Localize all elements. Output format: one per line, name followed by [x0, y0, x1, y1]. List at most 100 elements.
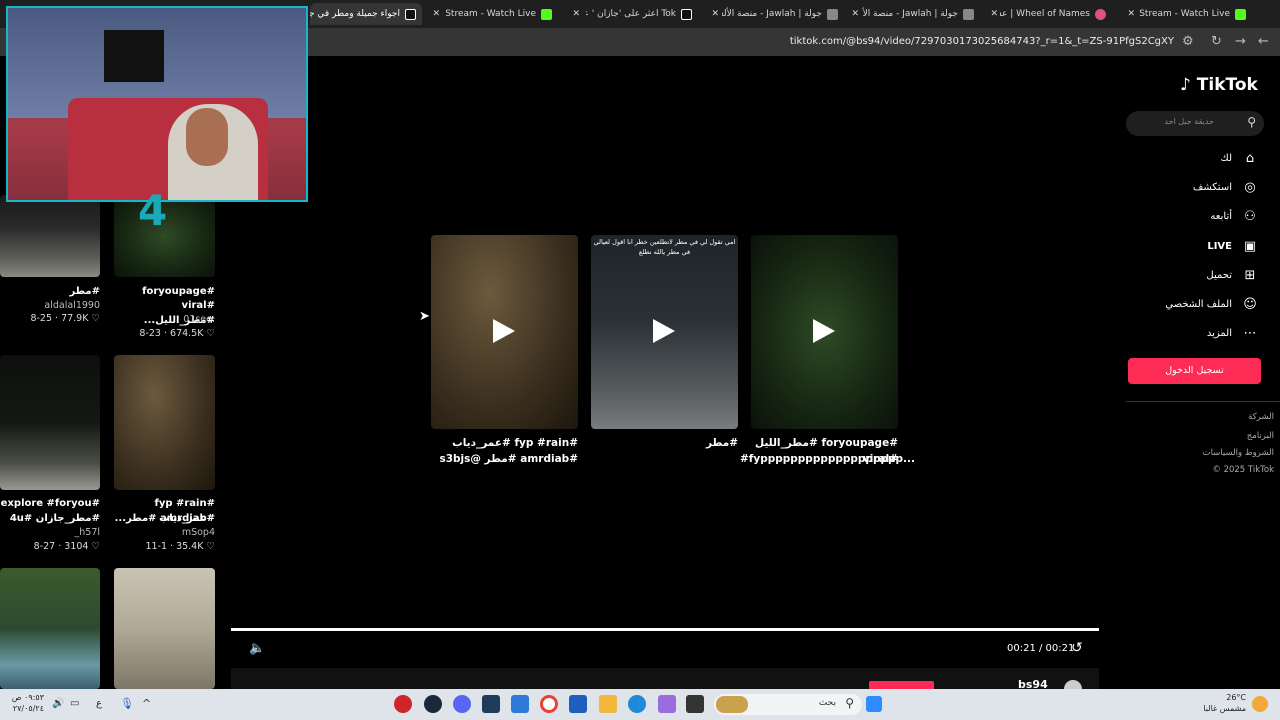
feed-user[interactable]: aldalal1990 — [0, 300, 100, 311]
jawlah-icon — [963, 8, 974, 20]
related-video-2[interactable]: امي تقول لي في مطر لاتطلعين خطر انا اقول… — [591, 235, 738, 429]
search-input[interactable]: حديقة جبل احد ⚲ — [1126, 111, 1264, 136]
clock-time[interactable]: ٠٩:٥٣ ص — [8, 693, 44, 702]
tab-imartinx-stream[interactable]: iMartinx Stream - Watch Live — [1138, 3, 1252, 25]
play-icon[interactable] — [653, 319, 675, 343]
play-icon[interactable] — [813, 319, 835, 343]
video-caption[interactable]: #amrdiab #مطر @s3bjs — [431, 451, 578, 467]
video-progress-bar[interactable] — [231, 628, 1099, 631]
video-caption[interactable]: #fyppppppppppppppppppp... — [740, 451, 915, 467]
nav-label: الملف الشخصي — [1165, 298, 1232, 310]
tab-label: iMartinx Stream - Watch Live — [1138, 9, 1230, 19]
feed-caption[interactable]: #explore #foryou — [0, 496, 100, 511]
url-text[interactable]: tiktok.com/@bs94/video/72970301730256847… — [790, 36, 1174, 47]
video-caption[interactable]: #fyp #rain #عمر_دياب — [431, 435, 578, 451]
store-icon[interactable] — [569, 695, 587, 713]
login-button[interactable]: تسجيل الدخول — [1128, 358, 1261, 384]
tab-volka-stream[interactable]: VOLKA Stream - Watch Live — [446, 3, 558, 25]
close-tab-icon[interactable]: ✕ — [1121, 3, 1135, 25]
footer-company-link[interactable]: الشركة — [1248, 412, 1274, 422]
nav-label: أتابعه — [1210, 210, 1232, 222]
feed-user[interactable]: _h57l — [0, 527, 101, 538]
language-indicator[interactable]: ع — [96, 698, 102, 709]
start-icon[interactable] — [866, 696, 882, 712]
microphone-icon[interactable]: 🎙 — [120, 697, 134, 710]
nav-upload[interactable]: ⊞ تحميل — [1206, 265, 1260, 285]
close-tab-icon[interactable]: ✕ — [705, 3, 719, 25]
volume-icon[interactable]: 🔈 — [249, 641, 265, 656]
back-icon[interactable]: ← — [1258, 34, 1269, 49]
chrome-icon[interactable] — [540, 695, 558, 713]
feed-caption[interactable]: #foryoupage — [114, 284, 215, 299]
close-tab-icon[interactable]: ✕ — [426, 3, 440, 25]
tab-label: Tok اعثر على 'جازان ' على — [586, 9, 676, 19]
forward-icon[interactable]: → — [1235, 34, 1246, 49]
weather-icon[interactable] — [1252, 696, 1268, 712]
nav-following[interactable]: ⚇ أتابعه — [1210, 206, 1260, 226]
play-icon[interactable] — [493, 319, 515, 343]
tab-tiktok-jazan[interactable]: Tok اعثر على 'جازان ' على — [586, 3, 698, 25]
footer-copyright: © 2025 TikTok — [1212, 465, 1274, 475]
copilot-icon[interactable] — [658, 695, 676, 713]
feed-caption[interactable]: #amrdiab #مطر... — [114, 511, 215, 526]
tiktok-logo[interactable]: ♪ TikTok — [1180, 75, 1258, 95]
taskbar-search-label: بحث — [818, 698, 836, 708]
volume-icon[interactable]: 🔊 — [52, 698, 64, 709]
related-video-1[interactable] — [431, 235, 578, 429]
nav-profile[interactable]: ☺ الملف الشخصي — [1165, 294, 1260, 314]
steam-icon[interactable] — [424, 695, 442, 713]
feed-thumb-4[interactable] — [114, 355, 215, 490]
video-time: 00:21 / 00:21 — [1007, 643, 1075, 654]
site-settings-icon[interactable]: ⚙ — [1182, 34, 1194, 49]
compass-icon: ◎ — [1244, 179, 1256, 195]
tab-wheel-of-names[interactable]: Wheel of Names | عشوائي — [1000, 3, 1112, 25]
close-tab-icon[interactable]: ✕ — [984, 3, 998, 25]
webcam-tv — [104, 30, 164, 82]
file-explorer-icon[interactable] — [599, 695, 617, 713]
search-icon[interactable]: ⚲ — [1247, 115, 1256, 129]
feed-thumb-1[interactable] — [0, 195, 100, 277]
clock-date[interactable]: ٢٧/٠٥/٢٤ — [8, 704, 44, 713]
footer-terms-link[interactable]: الشروط والسياسات — [1203, 448, 1274, 458]
footer-program-link[interactable]: البرنامج — [1247, 431, 1274, 441]
close-tab-icon[interactable]: ✕ — [566, 3, 580, 25]
tab-rain-jeddah[interactable]: اجواء جميلة ومطر في جدة — [310, 3, 422, 25]
network-icon[interactable]: ▭ — [70, 698, 79, 709]
video-caption[interactable]: #مطر — [591, 435, 738, 451]
reload-icon[interactable]: ↻ — [1211, 34, 1222, 49]
app-icon[interactable] — [686, 695, 704, 713]
taskbar-search[interactable]: بحث ⚲ — [714, 694, 862, 715]
discord-icon[interactable] — [453, 695, 471, 713]
search-placeholder: حديقة جبل احد — [1164, 117, 1214, 126]
edge-icon[interactable] — [628, 695, 646, 713]
tab-jawlah-2[interactable]: جولة | Jawlah - منصة الألعاب — [862, 3, 980, 25]
nav-more[interactable]: ⋯ المزيد — [1207, 323, 1260, 343]
feed-caption[interactable]: #مطر_جازان #4u — [0, 511, 100, 526]
tiktok-icon — [405, 8, 416, 20]
chevron-up-icon[interactable]: ^ — [142, 697, 151, 710]
feed-thumb-5[interactable] — [0, 568, 100, 689]
feed-user[interactable]: 01see. — [114, 314, 215, 325]
close-tab-icon[interactable]: ✕ — [845, 3, 859, 25]
terminal-icon[interactable] — [482, 695, 500, 713]
more-icon: ⋯ — [1243, 325, 1257, 341]
nav-label: تحميل — [1206, 269, 1232, 281]
feed-caption[interactable]: #مطر — [0, 284, 100, 299]
feed-stats: 8-23 · 674.5K ♡ — [139, 328, 215, 339]
feed-stats: 11-1 · 35.4K ♡ — [145, 541, 215, 552]
live-icon: ▣ — [1243, 238, 1257, 254]
tab-jawlah-1[interactable]: جولة | Jawlah - منصة الألعاب — [722, 3, 844, 25]
nav-explore[interactable]: ◎ استكشف — [1193, 177, 1260, 197]
follow-button[interactable] — [869, 681, 934, 689]
app-icon[interactable] — [394, 695, 412, 713]
video-progress-fill — [231, 628, 1099, 631]
replay-icon[interactable]: ↺ — [1071, 640, 1083, 656]
feed-thumb-6[interactable] — [114, 568, 215, 689]
feed-thumb-3[interactable] — [0, 355, 100, 490]
nav-for-you[interactable]: ⌂ لك — [1221, 148, 1260, 168]
outlook-icon[interactable] — [511, 695, 529, 713]
feed-user[interactable]: mSop4 — [114, 527, 215, 538]
webcam-streamer-head — [186, 108, 228, 166]
nav-live[interactable]: ▣ LIVE — [1207, 236, 1260, 256]
related-video-3[interactable] — [751, 235, 898, 429]
